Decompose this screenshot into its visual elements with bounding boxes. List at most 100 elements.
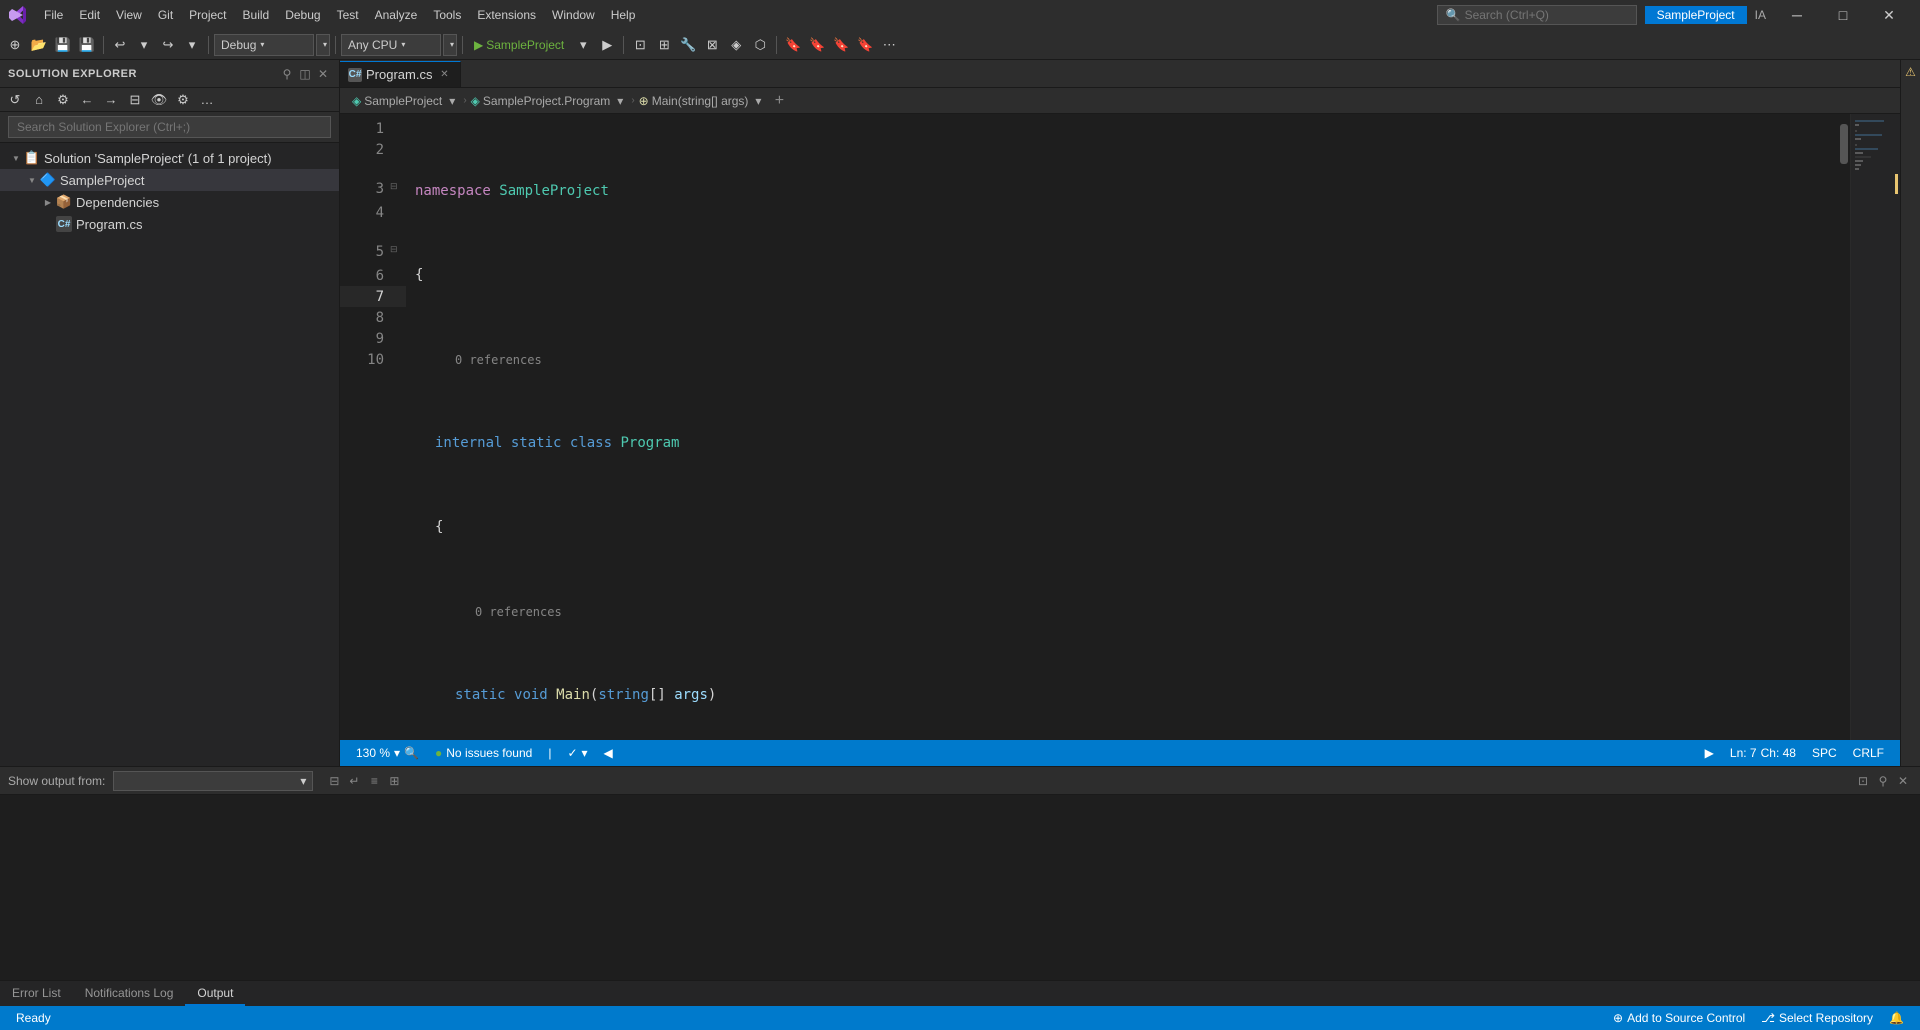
sidebar-dock-btn[interactable]: ◫ (297, 66, 313, 82)
platform-arrow[interactable]: ▾ (443, 34, 457, 56)
toolbar-btn-1[interactable]: ⊡ (629, 34, 651, 56)
toolbar-btn-7[interactable]: 🔖 (782, 34, 804, 56)
maximize-button[interactable]: □ (1820, 0, 1866, 30)
sidebar-search-input[interactable] (8, 116, 331, 138)
debug-config-dropdown[interactable]: Debug ▾ (214, 34, 314, 56)
menu-build[interactable]: Build (235, 4, 278, 26)
tab-notifications-log[interactable]: Notifications Log (73, 982, 186, 1006)
toolbar-btn-11[interactable]: ⋯ (878, 34, 900, 56)
nav-class-dropdown[interactable]: ▾ (613, 94, 627, 108)
menu-project[interactable]: Project (181, 4, 234, 26)
menu-file[interactable]: File (36, 4, 71, 26)
title-bar-search[interactable]: 🔍 (1437, 5, 1637, 25)
cursor-position[interactable]: Ln: 7 Ch: 48 (1722, 740, 1804, 766)
tab-close-btn[interactable]: ✕ (436, 67, 452, 83)
open-file-btn[interactable]: 📂 (28, 34, 50, 56)
menu-help[interactable]: Help (603, 4, 644, 26)
se-settings-btn[interactable]: ⚙ (52, 89, 74, 111)
fold-3[interactable]: ⊟ (390, 181, 406, 192)
toolbar-btn-3[interactable]: 🔧 (677, 34, 699, 56)
tree-item-program-cs[interactable]: ▶ C# Program.cs (0, 213, 339, 235)
se-arrow-right-btn[interactable]: → (100, 89, 122, 111)
code-content[interactable]: namespace SampleProject { 0 references i… (411, 114, 1836, 740)
run-button[interactable]: ▶ SampleProject (468, 36, 570, 54)
new-project-btn[interactable]: ⊕ (4, 34, 26, 56)
undo-btn[interactable]: ↩ (109, 34, 131, 56)
close-button[interactable]: ✕ (1866, 0, 1912, 30)
tab-error-list[interactable]: Error List (0, 982, 73, 1006)
tree-item-project[interactable]: ▼ 🔷 SampleProject (0, 169, 339, 191)
search-input[interactable] (1465, 8, 1625, 22)
output-filter-btn[interactable]: ≡ (365, 772, 383, 790)
toolbar-btn-10[interactable]: 🔖 (854, 34, 876, 56)
sidebar-pin-btn[interactable]: ⚲ (279, 66, 295, 82)
se-arrow-left-btn[interactable]: ← (76, 89, 98, 111)
se-refresh-btn[interactable]: ↺ (4, 89, 26, 111)
attach-btn[interactable]: ▶ (596, 34, 618, 56)
scroll-left-btn[interactable]: ◀ (596, 740, 621, 766)
line-ending-status[interactable]: CRLF (1845, 740, 1892, 766)
add-source-control-btn[interactable]: ⊕ Add to Source Control (1605, 1011, 1753, 1025)
redo-btn[interactable]: ↪ (157, 34, 179, 56)
git-status[interactable]: ✓ ▾ (559, 740, 595, 766)
minimize-button[interactable]: ─ (1774, 0, 1820, 30)
encoding-status[interactable]: SPC (1804, 740, 1845, 766)
nav-namespace[interactable]: ◈ SampleProject ▾ (348, 94, 463, 108)
menu-git[interactable]: Git (150, 4, 181, 26)
toolbar-btn-4[interactable]: ⊠ (701, 34, 723, 56)
menu-extensions[interactable]: Extensions (469, 4, 544, 26)
nav-class[interactable]: ◈ SampleProject.Program ▾ (467, 94, 632, 108)
output-wrap-btn[interactable]: ↵ (345, 772, 363, 790)
tab-output[interactable]: Output (185, 982, 245, 1006)
sidebar-close-btn[interactable]: ✕ (315, 66, 331, 82)
notifications-bell[interactable]: 🔔 (1881, 1011, 1912, 1025)
menu-window[interactable]: Window (544, 4, 603, 26)
vertical-scrollbar[interactable] (1836, 114, 1850, 740)
scroll-right-btn[interactable]: ▶ (1697, 740, 1722, 766)
platform-dropdown[interactable]: Any CPU ▾ (341, 34, 441, 56)
nav-split-btn[interactable]: + (769, 91, 789, 111)
gutter-line-1: 1 (340, 118, 406, 139)
nav-member[interactable]: ⊕ Main(string[] args) ▾ (635, 94, 770, 108)
run-dropdown[interactable]: ▾ (572, 34, 594, 56)
toolbar-btn-5[interactable]: ◈ (725, 34, 747, 56)
output-find-btn[interactable]: ⊞ (385, 772, 403, 790)
debug-config-arrow[interactable]: ▾ (316, 34, 330, 56)
save-all-btn[interactable]: 💾 (76, 34, 98, 56)
tree-item-dependencies[interactable]: ▶ 📦 Dependencies (0, 191, 339, 213)
issues-status[interactable]: ● No issues found (427, 740, 540, 766)
output-pin-btn[interactable]: ⚲ (1874, 772, 1892, 790)
fold-5[interactable]: ⊟ (390, 244, 406, 255)
output-dock-btn[interactable]: ⊡ (1854, 772, 1872, 790)
tab-program-cs[interactable]: C# Program.cs ✕ (340, 61, 461, 87)
menu-tools[interactable]: Tools (425, 4, 469, 26)
output-clear-btn[interactable]: ⊟ (325, 772, 343, 790)
account-icon[interactable]: IA (1755, 8, 1766, 22)
zoom-status[interactable]: 130 % ▾ 🔍 (348, 740, 427, 766)
menu-view[interactable]: View (108, 4, 150, 26)
undo-dropdown[interactable]: ▾ (133, 34, 155, 56)
redo-dropdown[interactable]: ▾ (181, 34, 203, 56)
se-collapse-btn[interactable]: ⊟ (124, 89, 146, 111)
menu-analyze[interactable]: Analyze (367, 4, 426, 26)
output-close-btn[interactable]: ✕ (1894, 772, 1912, 790)
save-btn[interactable]: 💾 (52, 34, 74, 56)
se-view-btn[interactable]: 👁 (148, 89, 170, 111)
nav-member-dropdown[interactable]: ▾ (751, 94, 765, 108)
se-home-btn[interactable]: ⌂ (28, 89, 50, 111)
tree-item-solution[interactable]: ▼ 📋 Solution 'SampleProject' (1 of 1 pro… (0, 147, 339, 169)
toolbar-btn-2[interactable]: ⊞ (653, 34, 675, 56)
menu-test[interactable]: Test (329, 4, 367, 26)
toolbar-btn-6[interactable]: ⬡ (749, 34, 771, 56)
scroll-thumb[interactable] (1840, 124, 1848, 164)
menu-debug[interactable]: Debug (277, 4, 328, 26)
nav-namespace-dropdown[interactable]: ▾ (445, 94, 459, 108)
se-more-btn[interactable]: … (196, 89, 218, 111)
menu-edit[interactable]: Edit (71, 4, 108, 26)
toolbar-btn-9[interactable]: 🔖 (830, 34, 852, 56)
select-repository-btn[interactable]: ⎇ Select Repository (1753, 1011, 1881, 1025)
output-source-dropdown[interactable]: ▾ (113, 771, 313, 791)
se-filter-btn[interactable]: ⚙ (172, 89, 194, 111)
warning-icon[interactable]: ⚠ (1903, 64, 1919, 80)
toolbar-btn-8[interactable]: 🔖 (806, 34, 828, 56)
